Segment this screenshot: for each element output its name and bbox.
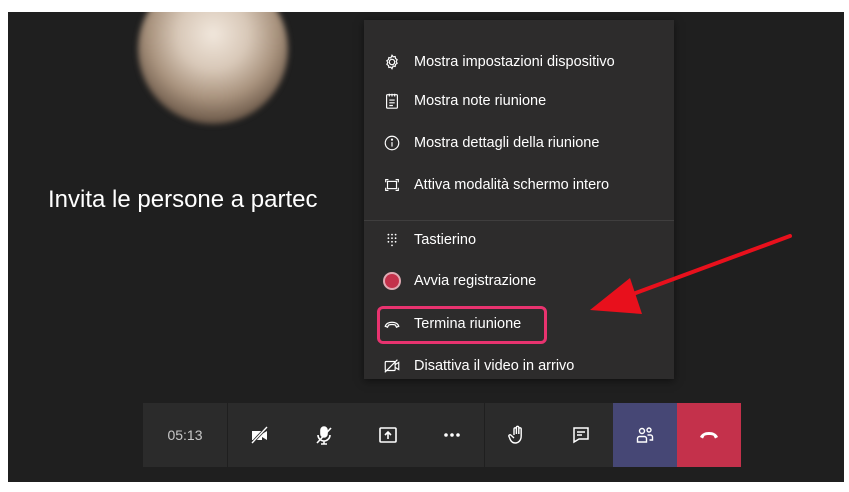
fullscreen-icon [382,175,402,195]
menu-item-label: Tastierino [414,232,477,248]
participant-avatar [138,12,288,124]
menu-item-label: Mostra note riunione [414,93,547,109]
invite-text: Invita le persone a partec [48,186,318,213]
chat-icon [573,427,589,444]
share-screen-icon [379,427,397,443]
notes-icon [382,91,402,111]
menu-item-label: Mostra dettagli della riunione [414,135,600,151]
chat-button[interactable] [549,403,613,467]
end-meeting-highlight [377,306,547,344]
mic-off-icon [316,426,332,445]
hang-up-icon [700,432,718,439]
video-off-icon [250,425,269,445]
participants-icon [636,427,654,443]
more-actions-button[interactable] [420,403,484,467]
mic-toggle-button[interactable] [292,403,356,467]
dialpad-icon [382,230,402,250]
raise-hand-button[interactable] [485,403,549,467]
call-toolbar: 05:13 [143,403,741,467]
menu-item-label: Avvia registrazione [414,273,537,289]
pointer-arrow-icon [590,234,792,314]
info-icon [382,133,402,153]
camera-toggle-button[interactable] [228,403,292,467]
menu-item-label: Attiva modalità schermo intero [414,177,610,193]
call-timer: 05:13 [143,403,227,467]
share-screen-button[interactable] [356,403,420,467]
menu-item-fullscreen[interactable]: Attiva modalità schermo intero [364,170,674,200]
menu-item-meeting-details[interactable]: Mostra dettagli della riunione [364,128,674,158]
hang-up-button[interactable] [677,403,741,467]
menu-item-label: Disattiva il video in arrivo [414,358,575,374]
participants-button[interactable] [613,403,677,467]
menu-item-label: Mostra impostazioni dispositivo [414,54,615,70]
menu-item-meeting-notes[interactable]: Mostra note riunione [364,86,674,116]
raise-hand-icon [508,425,522,444]
menu-item-disable-incoming-video[interactable]: Disattiva il video in arrivo [364,351,674,381]
menu-item-device-settings[interactable]: Mostra impostazioni dispositivo [364,47,674,77]
record-icon [382,271,402,291]
menu-divider [364,220,674,221]
more-icon [444,433,460,437]
gear-icon [382,52,402,72]
video-off-icon [382,356,402,376]
